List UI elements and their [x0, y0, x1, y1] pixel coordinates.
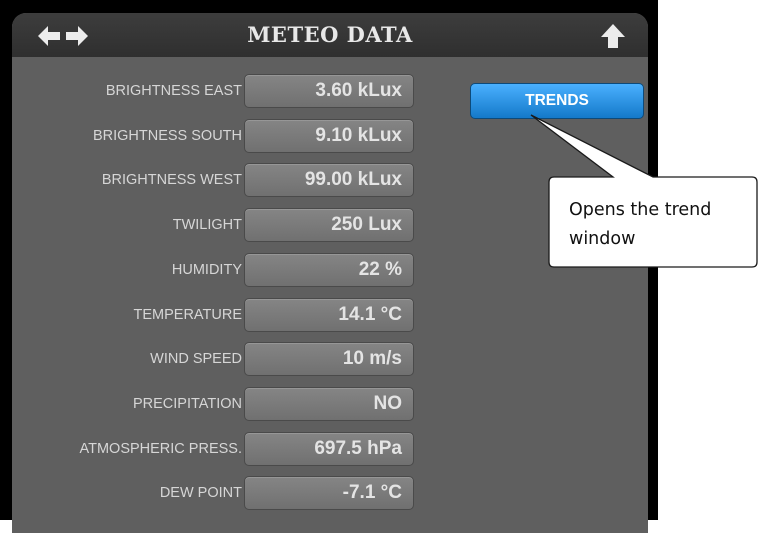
callout-bubble — [530, 114, 758, 268]
callout-text: Opens the trend window — [569, 200, 712, 249]
